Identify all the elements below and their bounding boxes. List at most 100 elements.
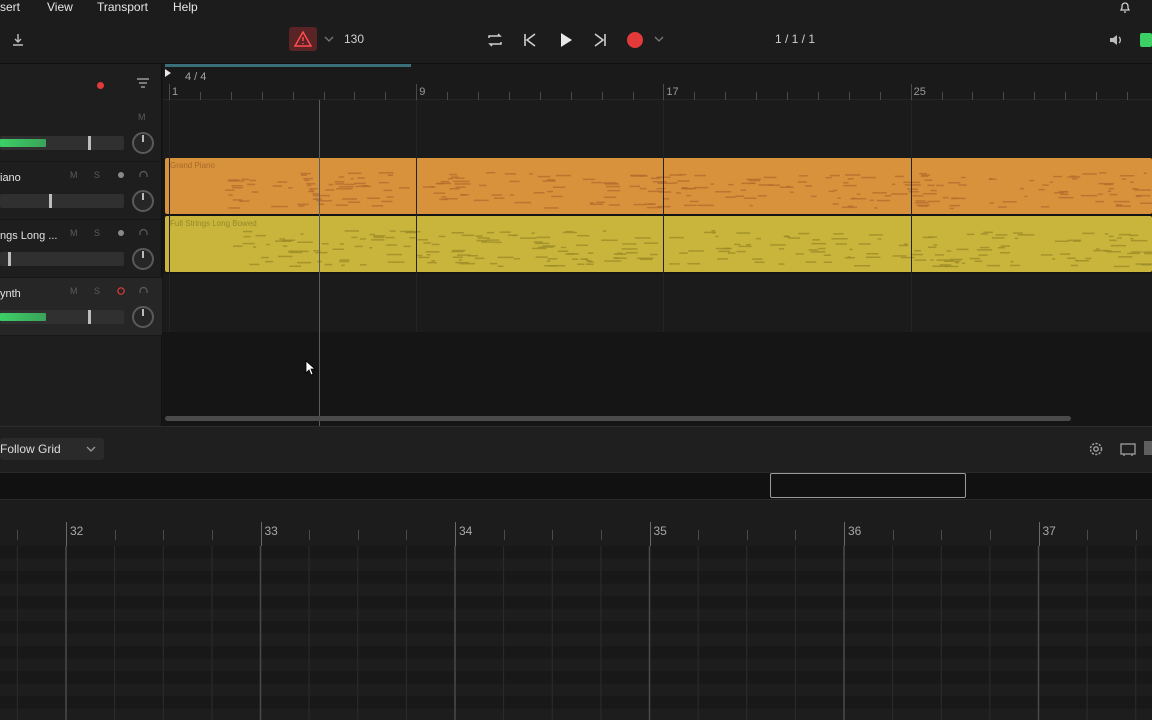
loop-icon[interactable] (484, 29, 506, 51)
lane-synth[interactable] (163, 274, 1152, 332)
speaker-icon[interactable] (1106, 30, 1126, 50)
mute-button[interactable]: M (138, 112, 146, 122)
piano-roll[interactable]: 32 33 34 35 36 37 (0, 500, 1152, 720)
timeline-ruler[interactable]: 4 / 4 1 9 17 25 (163, 64, 1152, 100)
record-arm-icon[interactable] (116, 170, 126, 180)
menu-insert[interactable]: sert (0, 0, 20, 14)
midi-note (359, 264, 367, 266)
piano-roll-beat-tick (698, 530, 700, 540)
midi-note (373, 235, 386, 237)
midi-note (1115, 204, 1122, 206)
midi-note (361, 185, 369, 187)
playhead-marker-icon[interactable] (163, 68, 173, 78)
midi-note (1067, 176, 1081, 178)
midi-note (241, 178, 249, 181)
ruler-tick (725, 92, 727, 100)
mute-button[interactable]: M (70, 170, 78, 180)
lane-piano[interactable]: Grand Piano (163, 158, 1152, 216)
midi-note (298, 205, 305, 207)
solo-button[interactable]: S (94, 170, 100, 180)
midi-note (958, 184, 967, 186)
midi-note (823, 254, 831, 256)
record-icon[interactable] (624, 29, 646, 51)
download-icon[interactable] (8, 30, 28, 50)
skip-back-icon[interactable] (519, 29, 541, 51)
record-options-chevron-icon[interactable] (652, 32, 666, 46)
midi-note (266, 243, 270, 246)
fader-handle[interactable] (49, 194, 52, 208)
solo-button[interactable]: S (94, 286, 100, 296)
clip-grand-piano[interactable]: Grand Piano (165, 158, 1152, 214)
track-row-master[interactable]: M (0, 104, 162, 162)
horizontal-scrollbar[interactable] (165, 416, 1071, 421)
midi-note (448, 178, 454, 180)
record-arm-icon[interactable] (116, 228, 126, 238)
loop-region[interactable] (165, 64, 411, 67)
warning-button[interactable] (289, 27, 317, 51)
record-arm-all-icon[interactable] (95, 80, 105, 90)
fader-handle[interactable] (88, 310, 91, 324)
bar-number: 17 (666, 86, 679, 98)
track-row-strings[interactable]: ngs Long ... M S (0, 220, 162, 278)
midi-note (1117, 237, 1122, 239)
midi-note (441, 196, 447, 198)
tempo-value[interactable]: 130 (344, 32, 364, 46)
panel-icon[interactable] (1118, 439, 1138, 459)
overview-bar[interactable] (0, 472, 1152, 500)
truncated-button[interactable] (1144, 441, 1152, 455)
headphones-icon[interactable] (138, 169, 148, 179)
record-arm-icon[interactable] (115, 285, 126, 296)
midi-note (828, 190, 835, 193)
midi-note (778, 263, 785, 265)
midi-note (1000, 245, 1010, 247)
midi-note (553, 186, 566, 188)
menu-help[interactable]: Help (173, 0, 198, 14)
midi-note (961, 262, 966, 265)
track-row-synth[interactable]: ynth M S (0, 278, 162, 336)
lane-master[interactable] (163, 100, 1152, 158)
pan-knob[interactable] (132, 132, 154, 154)
bell-icon[interactable] (1116, 0, 1134, 16)
time-signature[interactable]: 4 / 4 (185, 71, 206, 83)
pan-knob[interactable] (132, 248, 154, 270)
volume-fader[interactable] (0, 194, 124, 208)
gear-icon[interactable] (1086, 439, 1106, 459)
midi-note (339, 243, 345, 245)
midi-note (845, 174, 861, 176)
arrangement-view[interactable]: 4 / 4 1 9 17 25 Grand Piano Full Strings Lo… (163, 64, 1152, 426)
midi-note (449, 173, 458, 176)
piano-roll-grid[interactable] (0, 546, 1152, 720)
midi-note (336, 188, 353, 190)
midi-note (715, 247, 732, 250)
grid-mode-select[interactable]: Follow Grid (0, 438, 104, 460)
pan-knob[interactable] (132, 306, 154, 328)
midi-note (400, 230, 414, 233)
solo-button[interactable]: S (94, 228, 100, 238)
menu-view[interactable]: View (47, 0, 73, 14)
pan-knob[interactable] (132, 190, 154, 212)
overview-viewport[interactable] (770, 473, 966, 498)
piano-roll-ruler[interactable]: 32 33 34 35 36 37 (0, 500, 1152, 546)
headphones-icon[interactable] (138, 285, 148, 295)
fader-handle[interactable] (8, 252, 11, 266)
midi-note (799, 175, 808, 177)
volume-fader[interactable] (0, 136, 124, 150)
headphones-icon[interactable] (138, 227, 148, 237)
menu-transport[interactable]: Transport (97, 0, 148, 14)
play-icon[interactable] (555, 29, 577, 51)
midi-note (383, 189, 393, 192)
volume-fader[interactable] (0, 252, 124, 266)
mute-button[interactable]: M (70, 228, 78, 238)
mute-button[interactable]: M (70, 286, 78, 296)
skip-forward-icon[interactable] (589, 29, 611, 51)
track-row-piano[interactable]: iano M S (0, 162, 162, 220)
lane-strings[interactable]: Full Strings Long Bowed (163, 216, 1152, 274)
track-list: M iano M S ngs Long ... M S ynth M S (0, 64, 162, 426)
track-list-menu-icon[interactable] (134, 74, 152, 92)
clip-full-strings[interactable]: Full Strings Long Bowed (165, 216, 1152, 272)
position-readout[interactable]: 1 / 1 / 1 (775, 32, 815, 46)
volume-fader[interactable] (0, 310, 124, 324)
chevron-down-icon[interactable] (322, 32, 336, 46)
midi-note (249, 263, 260, 266)
fader-handle[interactable] (88, 136, 91, 150)
